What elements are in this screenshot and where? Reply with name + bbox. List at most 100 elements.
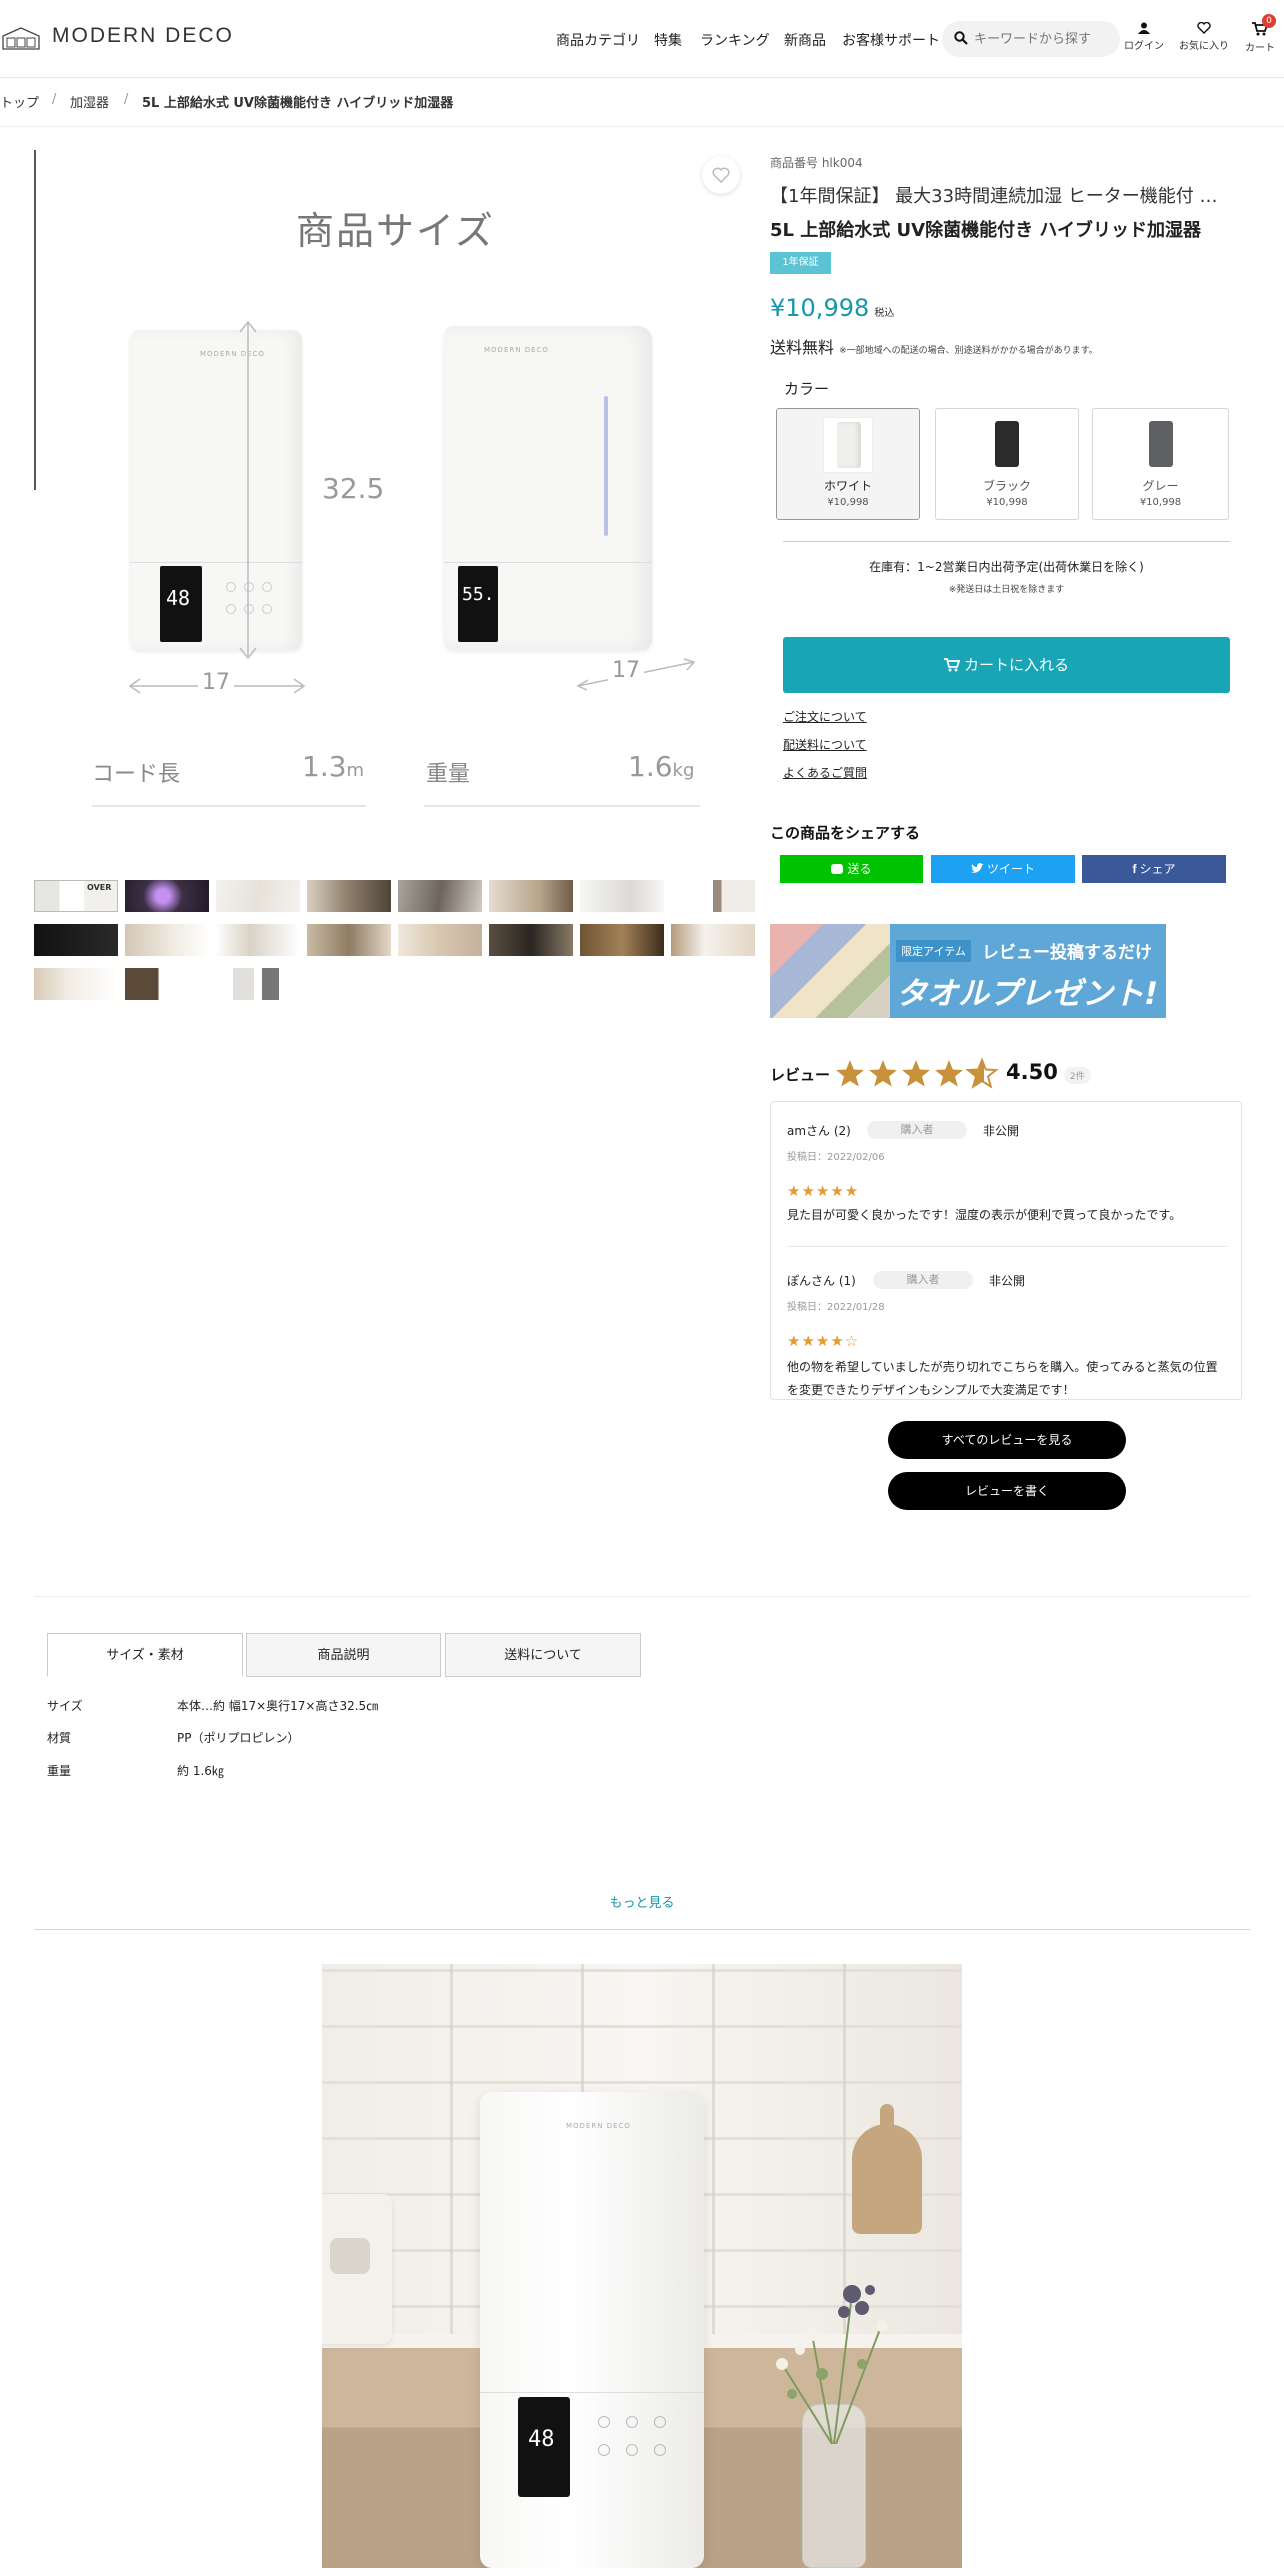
- thumbnail[interactable]: [580, 924, 664, 956]
- spec-value: 本体…約 幅17×奥行17×高さ32.5㎝: [177, 1699, 379, 1713]
- logo-house-icon[interactable]: [2, 26, 40, 50]
- search-box[interactable]: [942, 21, 1120, 57]
- order-info-link[interactable]: ご注文について: [783, 708, 867, 725]
- shipping-block: 送料無料 ※一部地域への配送の場合、別途送料がかかる場合があります。: [770, 334, 1270, 358]
- color-option-white[interactable]: ホワイト ¥10,998: [776, 408, 920, 520]
- size-title: 商品サイズ: [296, 209, 495, 253]
- rating-stars: [836, 1058, 999, 1089]
- thumbnail[interactable]: [580, 880, 664, 912]
- login-button[interactable]: ログイン: [1124, 22, 1164, 52]
- thumbnail[interactable]: [489, 880, 573, 912]
- tab-size-material[interactable]: サイズ・素材: [47, 1633, 243, 1677]
- width-dimension-side: 17: [608, 658, 644, 683]
- favorites-button[interactable]: お気に入り: [1178, 22, 1230, 52]
- display-panel: 48: [160, 566, 202, 642]
- line-share-label: 送る: [847, 862, 872, 876]
- thumbnail[interactable]: [671, 880, 755, 912]
- main-product-image[interactable]: 商品サイズ MODERN DECO 48 32.5 MODERN DECO 55…: [34, 150, 754, 850]
- width-dimension-front: 17: [198, 670, 234, 695]
- line-share-button[interactable]: 送る: [780, 855, 923, 883]
- guarantee-badge: 1年保証: [770, 252, 831, 274]
- heart-icon: [1197, 22, 1211, 34]
- faq-link[interactable]: よくあるご質問: [783, 764, 867, 781]
- humidity-display-side: 55.: [462, 584, 495, 605]
- appliance-background: [322, 2194, 392, 2344]
- nav-support[interactable]: お客様サポート: [842, 30, 940, 50]
- search-icon[interactable]: [954, 31, 968, 45]
- add-to-cart-label: カートに入れる: [963, 656, 1069, 674]
- favorite-toggle[interactable]: [702, 156, 740, 194]
- line-icon: [831, 864, 844, 874]
- review-stars: ★★★★★: [787, 1182, 860, 1200]
- tank-line: [130, 562, 302, 563]
- write-review-button[interactable]: レビューを書く: [888, 1472, 1126, 1510]
- favorites-label: お気に入り: [1179, 41, 1229, 52]
- thumbnail[interactable]: [671, 924, 755, 956]
- cord-length-label: コード長: [92, 762, 181, 787]
- color-option-gray[interactable]: グレー ¥10,998: [1092, 408, 1229, 520]
- nav-new-items[interactable]: 新商品: [784, 30, 826, 50]
- review-campaign-banner[interactable]: 限定アイテム レビュー投稿するだけ タオルプレゼント!: [770, 924, 1166, 1018]
- thumbnail[interactable]: [34, 924, 118, 956]
- add-to-cart-button[interactable]: カートに入れる: [783, 637, 1230, 693]
- thumbnail[interactable]: [307, 924, 391, 956]
- product-title-line2: 5L 上部給水式 UV除菌機能付き ハイブリッド加湿器: [770, 220, 1201, 241]
- site-logo[interactable]: MODERN DECO: [52, 24, 234, 48]
- tab-shipping[interactable]: 送料について: [445, 1633, 641, 1677]
- facebook-share-button[interactable]: f シェア: [1082, 855, 1226, 883]
- humidifier-lifestyle: MODERN DECO 48: [480, 2092, 704, 2568]
- color-name: グレー: [1142, 479, 1179, 493]
- facebook-icon: f: [1132, 862, 1137, 876]
- user-icon: [1138, 22, 1150, 34]
- price: ¥10,998: [770, 294, 870, 322]
- thumbnail[interactable]: [216, 924, 300, 956]
- thumbnail[interactable]: [489, 924, 573, 956]
- free-shipping: 送料無料: [770, 338, 835, 357]
- reviewer-name: amさん (2): [787, 1124, 851, 1138]
- towel-image: [770, 924, 890, 1018]
- review-count: 2件: [1064, 1067, 1091, 1084]
- price-block: ¥10,998 税込: [770, 294, 894, 322]
- breadcrumb-humidifier[interactable]: 加湿器: [70, 92, 109, 111]
- spec-label: サイズ: [47, 1699, 83, 1713]
- nav-features[interactable]: 特集: [654, 30, 682, 50]
- thumbnail[interactable]: [34, 968, 118, 1000]
- thumbnail[interactable]: [398, 880, 482, 912]
- thumbnail[interactable]: [125, 924, 209, 956]
- search-input[interactable]: [974, 21, 1114, 57]
- breadcrumb-separator: /: [124, 92, 129, 107]
- breadcrumb-top[interactable]: トップ: [0, 92, 39, 111]
- thumbnail[interactable]: [125, 880, 209, 912]
- thumbnail[interactable]: [398, 924, 482, 956]
- nav-ranking[interactable]: ランキング: [700, 30, 770, 50]
- color-price: ¥10,998: [986, 497, 1028, 508]
- review-stars: ★★★★☆: [787, 1332, 860, 1350]
- humidity-display: 48: [528, 2427, 555, 2452]
- show-more-link[interactable]: もっと見る: [0, 1892, 1284, 1911]
- review-date: 投稿日：2022/02/06: [787, 1152, 885, 1163]
- breadcrumb-current: 5L 上部給水式 UV除菌機能付き ハイブリッド加湿器: [142, 96, 454, 111]
- review-label: レビュー: [770, 1066, 831, 1084]
- thumbnail[interactable]: [307, 880, 391, 912]
- color-swatch: [1136, 417, 1186, 473]
- color-option-black[interactable]: ブラック ¥10,998: [935, 408, 1079, 520]
- review-text: 見た目が可愛く良かったです！湿度の表示が便利で買って良かったです。: [787, 1208, 1182, 1222]
- shipping-fee-link[interactable]: 配送料について: [783, 736, 867, 753]
- divider: [34, 1929, 1250, 1930]
- purchaser-badge: 購入者: [867, 1121, 967, 1139]
- tab-description[interactable]: 商品説明: [246, 1633, 441, 1677]
- thumbnail[interactable]: OVER: [34, 880, 118, 912]
- thumbnail[interactable]: [125, 968, 209, 1000]
- review-text: 他の物を希望していましたが売り切れでこちらを購入。使ってみると蒸気の位置を変更で…: [787, 1360, 1218, 1397]
- nav-categories[interactable]: 商品カテゴリ: [556, 30, 640, 50]
- see-all-reviews-button[interactable]: すべてのレビューを見る: [888, 1421, 1126, 1459]
- thumbnail-text: OVER: [87, 883, 112, 892]
- divider: [0, 126, 1284, 127]
- humidifier-side-illustration: MODERN DECO 55.: [444, 326, 652, 650]
- thumbnail[interactable]: [216, 968, 300, 1000]
- brand-label: MODERN DECO: [566, 2122, 631, 2130]
- banner-tag: 限定アイテム: [896, 940, 971, 962]
- twitter-share-button[interactable]: ツイート: [931, 855, 1075, 883]
- thumbnail[interactable]: [216, 880, 300, 912]
- divider: [783, 541, 1230, 542]
